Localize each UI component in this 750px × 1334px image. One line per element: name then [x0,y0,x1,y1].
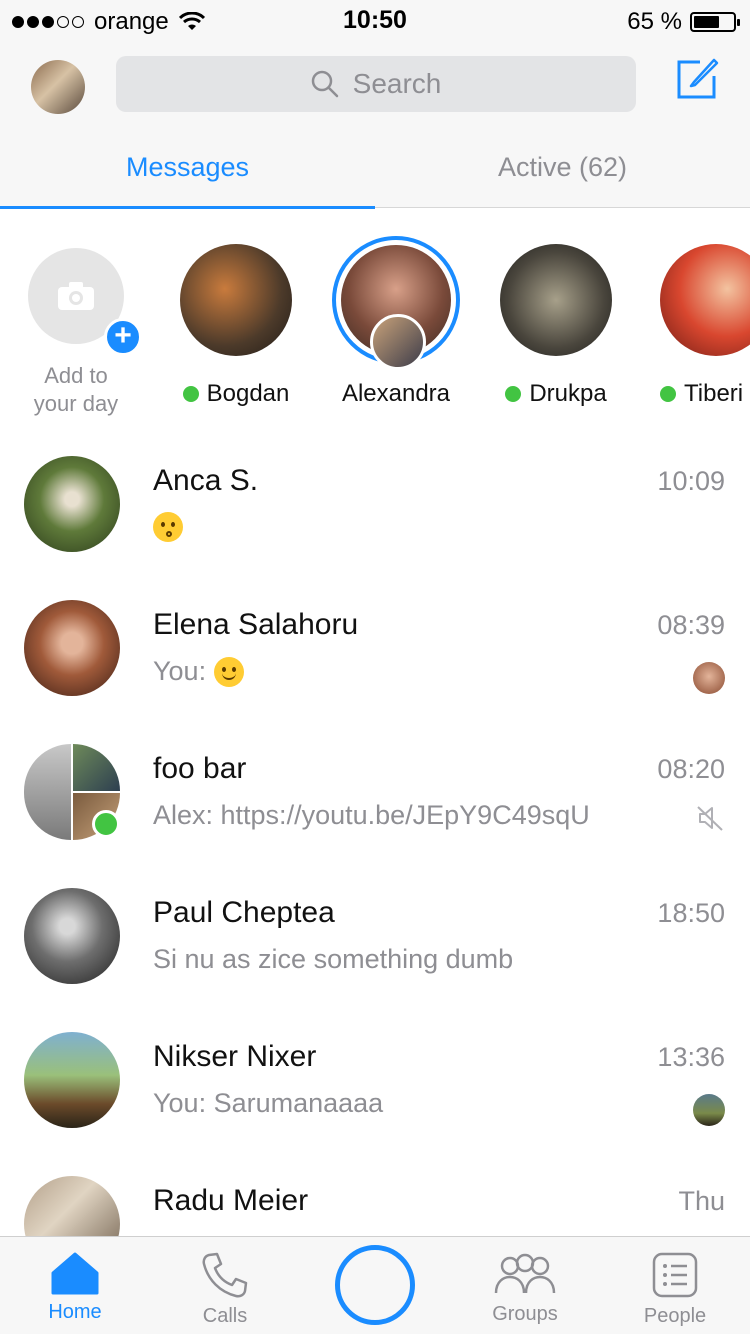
conversation-row[interactable]: Elena Salahoru 08:39 You: [0,576,750,720]
story-name: Alexandra [341,380,451,407]
conversation-avatar [24,456,120,552]
conversation-avatar [24,888,120,984]
story-avatar [660,244,750,356]
conversation-name: Anca S. [153,464,259,497]
conversation-avatar [24,1032,120,1128]
story-name: Drukpa [529,380,607,407]
story-drukpa[interactable]: Drukpa [486,244,626,408]
read-receipt-avatar [693,1094,725,1126]
conversation-name: Nikser Nixer [153,1040,317,1073]
conversation-row[interactable]: Anca S. 10:09 [0,432,750,576]
conversation-preview: Si nu as zice something dumb [153,944,513,975]
status-right: 65 % [627,8,740,36]
groups-icon [494,1253,556,1294]
story-mini-avatar [370,314,426,370]
conversation-preview-text: Si nu as zice something dumb [153,944,514,974]
battery-icon [690,12,740,32]
story-bogdan[interactable]: Bogdan [166,244,306,408]
bottom-tab-bar: Home Calls Groups People [0,1236,750,1334]
conversation-name: Paul Cheptea [153,896,335,929]
compose-icon[interactable] [674,56,720,102]
conversation-name: foo bar [153,752,247,785]
story-name-row: Tiberi [648,380,750,408]
group-avatar [24,744,120,840]
tab-people-label: People [643,1305,707,1327]
kissing-face-icon [153,512,183,542]
story-name-row: Bogdan [166,380,306,408]
tab-active[interactable]: Active (62) [375,136,750,208]
camera-capture-button[interactable] [335,1245,415,1325]
header: Search Messages Active (62) [0,40,750,209]
tab-groups-label: Groups [492,1303,558,1325]
story-name-row: Drukpa [486,380,626,408]
conversation-preview-text: You: Sarumanaaaa [153,1088,384,1118]
conversation-row[interactable]: Nikser Nixer 13:36 You: Sarumanaaaa [0,1008,750,1152]
conversation-row[interactable]: foo bar 08:20 Alex: https://youtu.be/JEp… [0,720,750,864]
story-name: Bogdan [206,380,290,407]
conversation-preview: You: [153,656,245,687]
conversation-preview: Alex: https://youtu.be/JEpY9C49sqU [153,800,590,831]
camera-icon [58,282,94,310]
conversation-avatar [24,600,120,696]
story-avatar [500,244,612,356]
header-tabs: Messages Active (62) [0,136,750,209]
story-alexandra[interactable]: Alexandra [326,236,466,408]
conversation-time: 13:36 [657,1042,725,1072]
conversation-time: Thu [678,1186,725,1216]
conversation-name: Elena Salahoru [153,608,359,641]
phone-icon [202,1252,248,1298]
smiling-face-icon [214,656,245,687]
add-story-circle[interactable]: + [28,248,142,356]
online-indicator [182,386,199,402]
tab-groups[interactable]: Groups [450,1237,600,1334]
read-receipt-avatar [693,662,725,694]
search-icon [311,70,338,98]
online-indicator [660,386,676,402]
conversation-row[interactable]: Radu Meier Thu [0,1152,750,1236]
tab-messages[interactable]: Messages [0,136,375,209]
conversation-row[interactable]: Paul Cheptea 18:50 Si nu as zice somethi… [0,864,750,1008]
conversation-time: 18:50 [657,898,725,928]
conversation-avatar [24,1176,120,1236]
add-story-plus-icon: + [104,318,142,356]
stories-row: + Add to your day Bogdan Alexandra Drukp… [0,230,750,430]
tab-calls[interactable]: Calls [150,1237,300,1334]
story-tiberi[interactable]: Tiberi [648,244,750,408]
tab-home[interactable]: Home [0,1237,150,1334]
online-indicator [505,386,522,402]
conversation-preview [153,512,183,542]
conversation-preview-text: Alex: https://youtu.be/JEpY9C49sqU [153,800,590,830]
conversation-time: 08:39 [657,610,725,640]
battery-percentage: 65 % [627,8,682,35]
conversation-time: 10:09 [657,466,725,496]
story-name-row: Alexandra [326,380,466,408]
add-to-day-story[interactable]: + Add to your day [6,244,146,418]
conversation-name: Radu Meier [153,1184,309,1217]
home-icon [51,1252,99,1295]
online-indicator [92,810,120,838]
people-list-icon [652,1252,698,1298]
muted-speaker-icon [697,806,723,831]
story-ring [332,236,460,370]
tab-people[interactable]: People [600,1237,750,1334]
search-placeholder: Search [352,68,442,99]
status-bar: orange 10:50 65 % [0,0,750,40]
conversation-time: 08:20 [657,754,725,784]
tab-home-label: Home [48,1301,102,1323]
story-avatar [180,244,292,356]
conversation-preview: You: Sarumanaaaa [153,1088,383,1119]
add-story-label: Add to your day [33,363,119,416]
story-name: Tiberi [684,380,744,407]
search-bar[interactable]: Search [116,56,636,112]
battery-fill [694,16,719,28]
tab-calls-label: Calls [202,1305,248,1327]
conversation-list[interactable]: Anca S. 10:09 Elena Salahoru 08:39 You: … [0,432,750,1236]
conversation-preview-text: You: [153,656,207,686]
my-profile-avatar[interactable] [31,60,85,114]
